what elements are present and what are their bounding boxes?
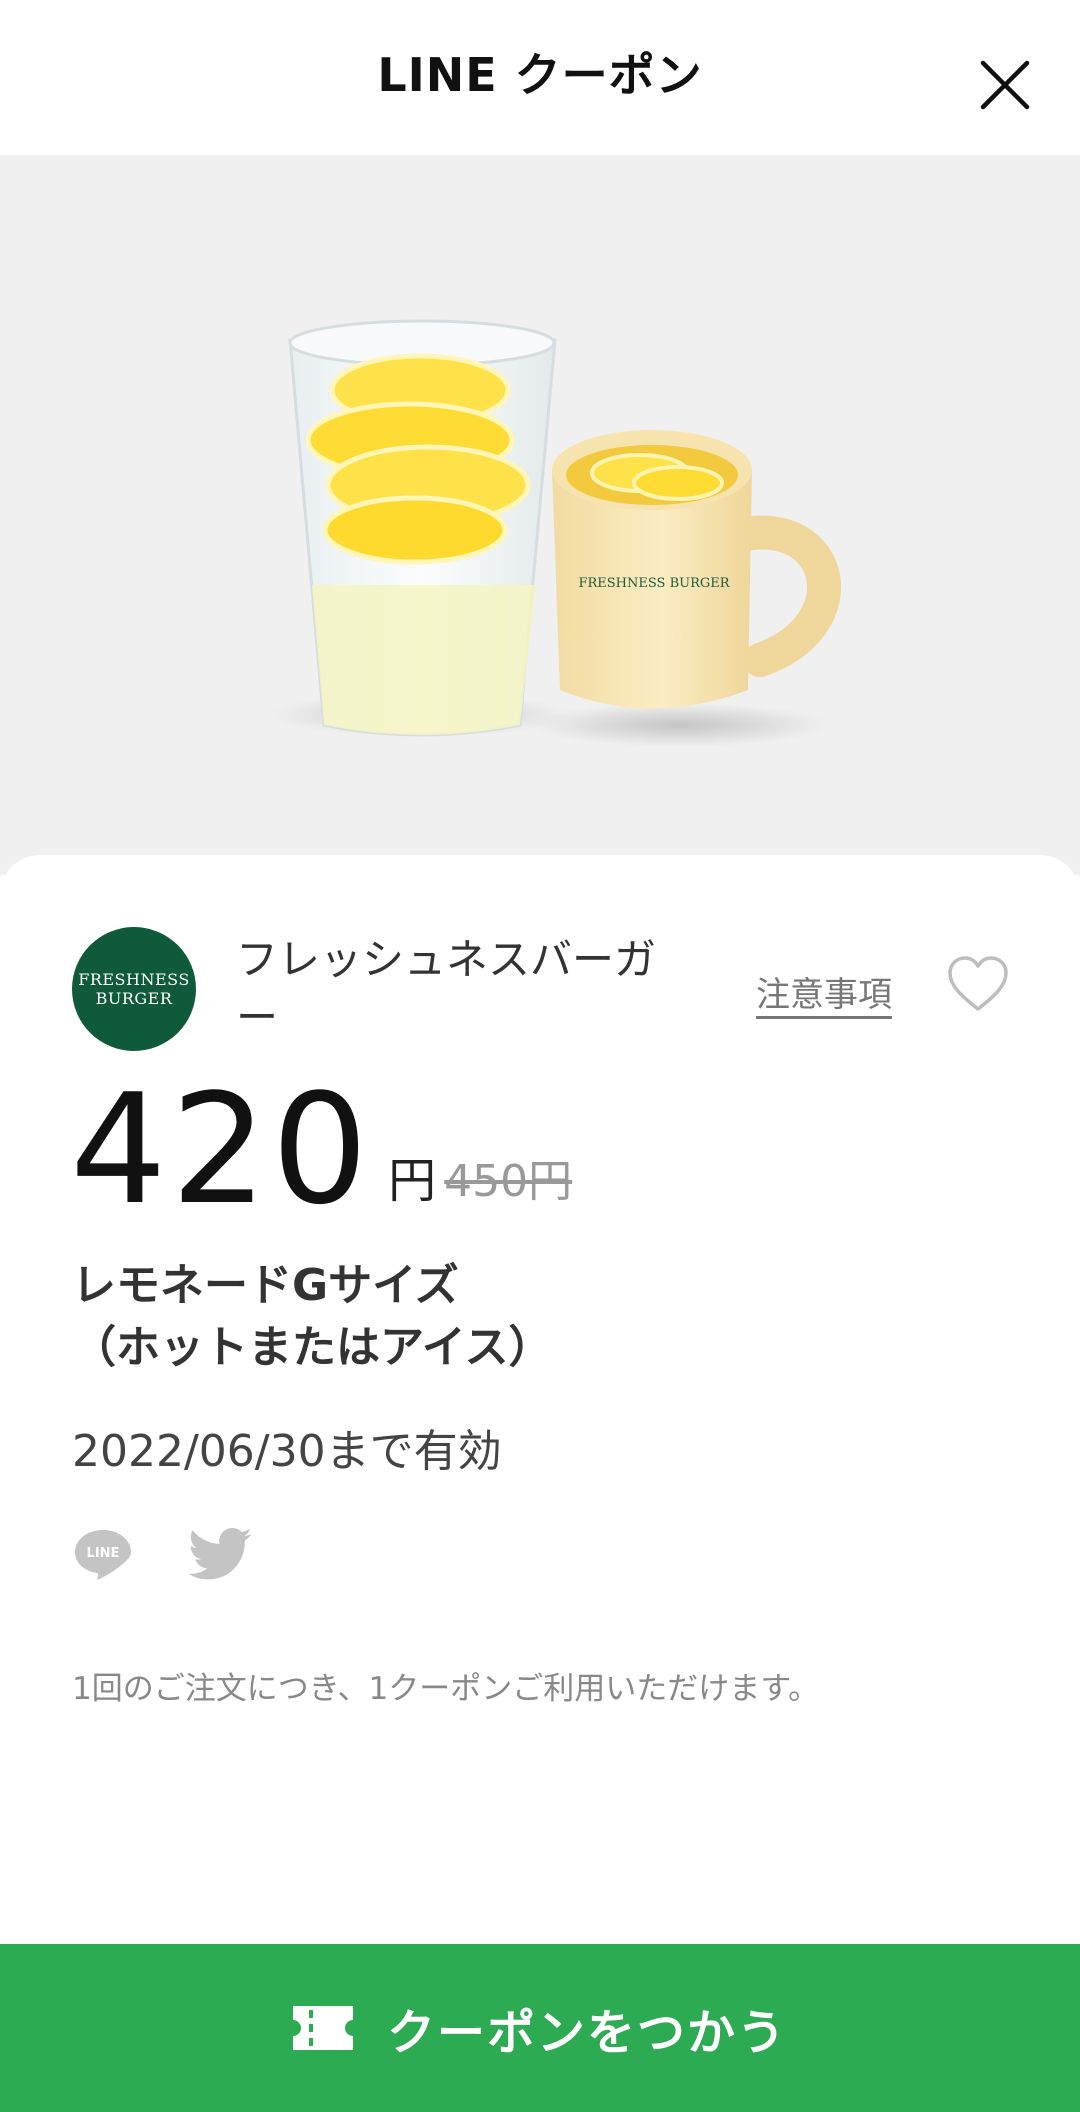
twitter-icon bbox=[188, 1528, 252, 1580]
share-line-button[interactable]: LINE bbox=[72, 1527, 134, 1583]
ticket-icon bbox=[292, 2006, 353, 2050]
share-row: LINE bbox=[72, 1527, 254, 1583]
usage-notice: 1回のご注文につき、1クーポンご利用いただけます。 bbox=[72, 1671, 820, 1707]
brand-logo: FRESHNESS BURGER bbox=[72, 927, 196, 1051]
notes-link[interactable]: 注意事項 bbox=[756, 967, 892, 1016]
price-unit: 円 bbox=[388, 1153, 437, 1209]
favorite-button[interactable] bbox=[946, 955, 1010, 1015]
brand-logo-line1: FRESHNESS bbox=[78, 970, 190, 989]
line-icon-text: LINE bbox=[87, 1546, 120, 1561]
lemonade-illustration: FRESHNESS BURGER bbox=[270, 319, 842, 747]
product-name-line2: （ホットまたはアイス） bbox=[72, 1322, 553, 1373]
page-title: LINE クーポン bbox=[377, 47, 703, 102]
product-image: FRESHNESS BURGER bbox=[0, 155, 1080, 875]
use-coupon-button[interactable]: クーポンをつかう bbox=[0, 1944, 1080, 2112]
product-name-line1: レモネードGサイズ bbox=[72, 1260, 459, 1311]
price-row: 420 円 450円 bbox=[70, 1061, 573, 1238]
use-coupon-label: クーポンをつかう bbox=[386, 2005, 787, 2061]
line-icon: LINE bbox=[75, 1530, 131, 1580]
top-bar: LINE クーポン bbox=[0, 0, 1080, 155]
brand-name: フレッシュネスバーガー bbox=[236, 935, 657, 1042]
mug-print: FRESHNESS BURGER bbox=[578, 576, 730, 591]
close-button[interactable] bbox=[970, 50, 1040, 120]
original-price: 450円 bbox=[444, 1156, 573, 1207]
share-twitter-button[interactable] bbox=[188, 1527, 254, 1583]
brand-logo-line2: BURGER bbox=[95, 989, 173, 1008]
product-name: レモネードGサイズ （ホットまたはアイス） bbox=[72, 1255, 972, 1379]
close-icon bbox=[980, 60, 1030, 110]
heart-icon bbox=[948, 956, 1008, 1011]
price-value: 420 bbox=[70, 1061, 373, 1238]
valid-until: 2022/06/30まで有効 bbox=[72, 1426, 502, 1477]
coupon-card: FRESHNESS BURGER フレッシュネスバーガー 注意事項 420 円 … bbox=[0, 855, 1080, 1945]
